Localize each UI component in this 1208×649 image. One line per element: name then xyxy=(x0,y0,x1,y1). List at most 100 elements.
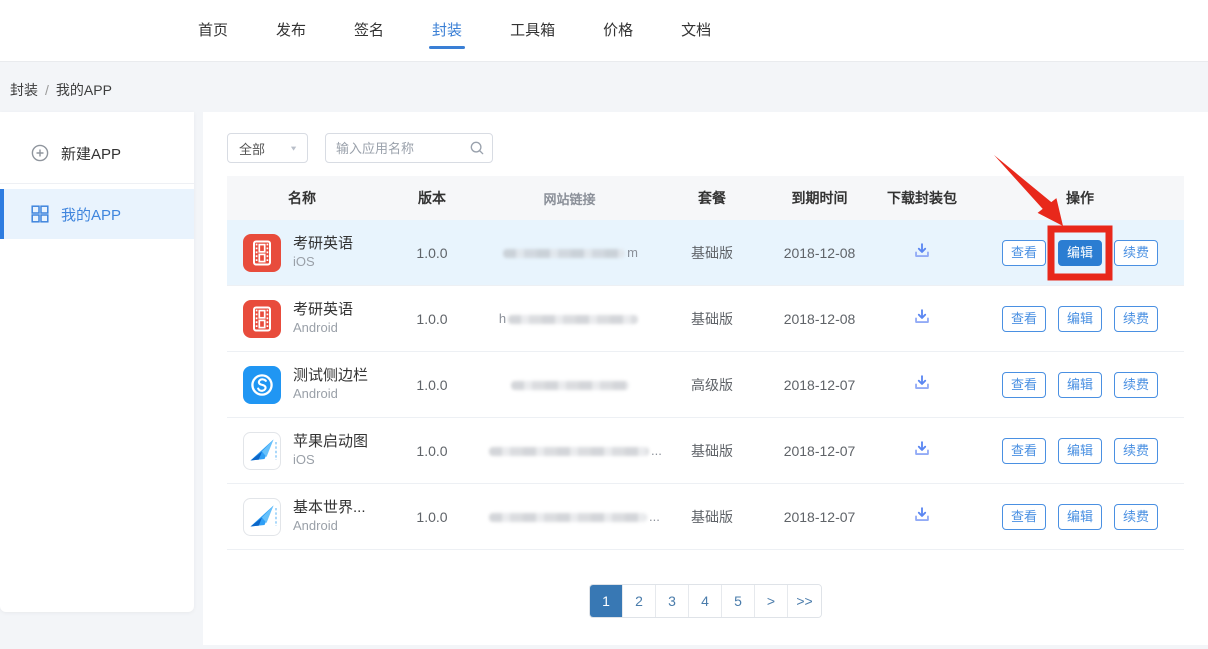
sidebar: 新建APP 我的APP xyxy=(0,112,194,612)
app-url: h xyxy=(487,311,652,326)
plus-circle-icon xyxy=(31,144,49,162)
edit-button[interactable]: 编辑 xyxy=(1058,372,1102,398)
view-button[interactable]: 查看 xyxy=(1002,306,1046,332)
app-url: ... xyxy=(487,509,652,524)
origami-bird-icon xyxy=(243,498,281,536)
sidebar-item-new-app[interactable]: 新建APP xyxy=(0,128,194,178)
download-icon[interactable] xyxy=(911,504,933,526)
breadcrumb-item-current: 我的APP xyxy=(56,82,112,98)
table-row[interactable]: 基本世界... Android 1.0.0 ... 基础版 2018-12-07… xyxy=(227,484,1184,550)
column-header-6: 下载封装包 xyxy=(867,188,977,208)
renew-button[interactable]: 续费 xyxy=(1114,306,1158,332)
expire-date: 2018-12-07 xyxy=(772,509,867,525)
app-table: 名称版本网站链接套餐到期时间下载封装包操作 考研英语 iOS 1.0.0 m 基… xyxy=(227,176,1184,550)
breadcrumb: 封装/我的APP xyxy=(10,80,112,100)
download-icon[interactable] xyxy=(911,240,933,262)
column-header-3: 网站链接 xyxy=(487,189,652,208)
top-navbar: 首页发布签名封装 工具箱 价格文档 xyxy=(0,0,1208,62)
page-button-5[interactable]: 5 xyxy=(722,585,755,617)
renew-button[interactable]: 续费 xyxy=(1114,438,1158,464)
nav-item-4[interactable]: 封装 xyxy=(432,0,462,62)
edit-button[interactable]: 编辑 xyxy=(1058,438,1102,464)
app-version: 1.0.0 xyxy=(377,443,487,459)
search-input[interactable] xyxy=(325,133,493,163)
page-button-3[interactable]: 3 xyxy=(656,585,689,617)
sidebar-item-label: 新建APP xyxy=(61,143,121,164)
app-platform: iOS xyxy=(293,254,353,271)
search-icon[interactable] xyxy=(469,140,485,156)
package-tier: 基础版 xyxy=(652,441,772,461)
view-button[interactable]: 查看 xyxy=(1002,240,1046,266)
nav-item-5[interactable]: 工具箱 xyxy=(510,0,555,62)
blurred-url xyxy=(511,381,629,390)
column-header-1: 名称 xyxy=(227,188,377,208)
table-row[interactable]: 考研英语 iOS 1.0.0 m 基础版 2018-12-08 查看 编辑 续费 xyxy=(227,220,1184,286)
app-name: 测试侧边栏 xyxy=(293,366,368,386)
blurred-url xyxy=(489,513,647,522)
column-header-5: 到期时间 xyxy=(772,188,867,208)
main-panel: 全部 ▼ 名称版本网站链接套餐到期时间下载封装包操作 考研英语 iOS 1.0.… xyxy=(203,112,1208,645)
sidebar-item-my-app[interactable]: 我的APP xyxy=(0,189,194,239)
filter-select[interactable]: 全部 ▼ xyxy=(227,133,308,163)
column-header-2: 版本 xyxy=(377,188,487,208)
app-platform: Android xyxy=(293,386,368,403)
sidebar-item-label: 我的APP xyxy=(61,204,121,225)
chevron-down-icon: ▼ xyxy=(289,144,298,152)
next-page-button[interactable]: > xyxy=(755,585,788,617)
film-icon xyxy=(243,234,281,272)
column-header-7: 操作 xyxy=(977,188,1183,208)
app-version: 1.0.0 xyxy=(377,377,487,393)
expire-date: 2018-12-08 xyxy=(772,311,867,327)
download-icon[interactable] xyxy=(911,372,933,394)
table-row[interactable]: 苹果启动图 iOS 1.0.0 ... 基础版 2018-12-07 查看 编辑… xyxy=(227,418,1184,484)
page-button-2[interactable]: 2 xyxy=(623,585,656,617)
nav-item-1[interactable]: 首页 xyxy=(198,0,228,62)
main-nav: 首页发布签名封装 工具箱 价格文档 xyxy=(198,0,1208,62)
renew-button[interactable]: 续费 xyxy=(1114,240,1158,266)
url-visible-prefix: h xyxy=(499,311,506,326)
filter-select-value: 全部 xyxy=(239,139,265,158)
origami-app-icon xyxy=(243,432,281,470)
table-row[interactable]: 考研英语 Android 1.0.0 h 基础版 2018-12-08 查看 编… xyxy=(227,286,1184,352)
nav-item-3[interactable]: 签名 xyxy=(354,0,384,62)
edit-button[interactable]: 编辑 xyxy=(1058,240,1102,266)
app-platform: iOS xyxy=(293,452,368,469)
app-url xyxy=(487,377,652,392)
table-row[interactable]: 测试侧边栏 Android 1.0.0 高级版 2018-12-07 查看 编辑… xyxy=(227,352,1184,418)
blurred-url xyxy=(503,249,625,258)
s-logo-app-icon xyxy=(243,366,281,404)
download-icon[interactable] xyxy=(911,306,933,328)
breadcrumb-item-root[interactable]: 封装 xyxy=(10,82,38,98)
app-name: 苹果启动图 xyxy=(293,432,368,452)
toolbar: 全部 ▼ xyxy=(203,112,1208,163)
renew-button[interactable]: 续费 xyxy=(1114,372,1158,398)
grid-icon xyxy=(31,205,49,223)
app-url: ... xyxy=(487,443,652,458)
film-icon xyxy=(243,300,281,338)
origami-app-icon xyxy=(243,498,281,536)
search-box xyxy=(325,133,493,163)
app-platform: Android xyxy=(293,518,366,535)
nav-item-6[interactable]: 价格 xyxy=(603,0,633,62)
renew-button[interactable]: 续费 xyxy=(1114,504,1158,530)
expire-date: 2018-12-08 xyxy=(772,245,867,261)
nav-item-2[interactable]: 发布 xyxy=(276,0,306,62)
edit-button[interactable]: 编辑 xyxy=(1058,504,1102,530)
view-button[interactable]: 查看 xyxy=(1002,372,1046,398)
view-button[interactable]: 查看 xyxy=(1002,504,1046,530)
table-body: 考研英语 iOS 1.0.0 m 基础版 2018-12-08 查看 编辑 续费 xyxy=(227,220,1184,550)
table-header-row: 名称版本网站链接套餐到期时间下载封装包操作 xyxy=(227,176,1184,220)
last-page-button[interactable]: >> xyxy=(788,585,821,617)
url-visible-suffix: m xyxy=(627,245,638,260)
origami-bird-icon xyxy=(243,432,281,470)
nav-item-7[interactable]: 文档 xyxy=(681,0,711,62)
page-button-1[interactable]: 1 xyxy=(590,585,623,617)
blurred-url xyxy=(489,447,649,456)
view-button[interactable]: 查看 xyxy=(1002,438,1046,464)
download-icon[interactable] xyxy=(911,438,933,460)
app-url: m xyxy=(487,245,652,260)
package-tier: 基础版 xyxy=(652,507,772,527)
page-button-4[interactable]: 4 xyxy=(689,585,722,617)
app-version: 1.0.0 xyxy=(377,509,487,525)
edit-button[interactable]: 编辑 xyxy=(1058,306,1102,332)
